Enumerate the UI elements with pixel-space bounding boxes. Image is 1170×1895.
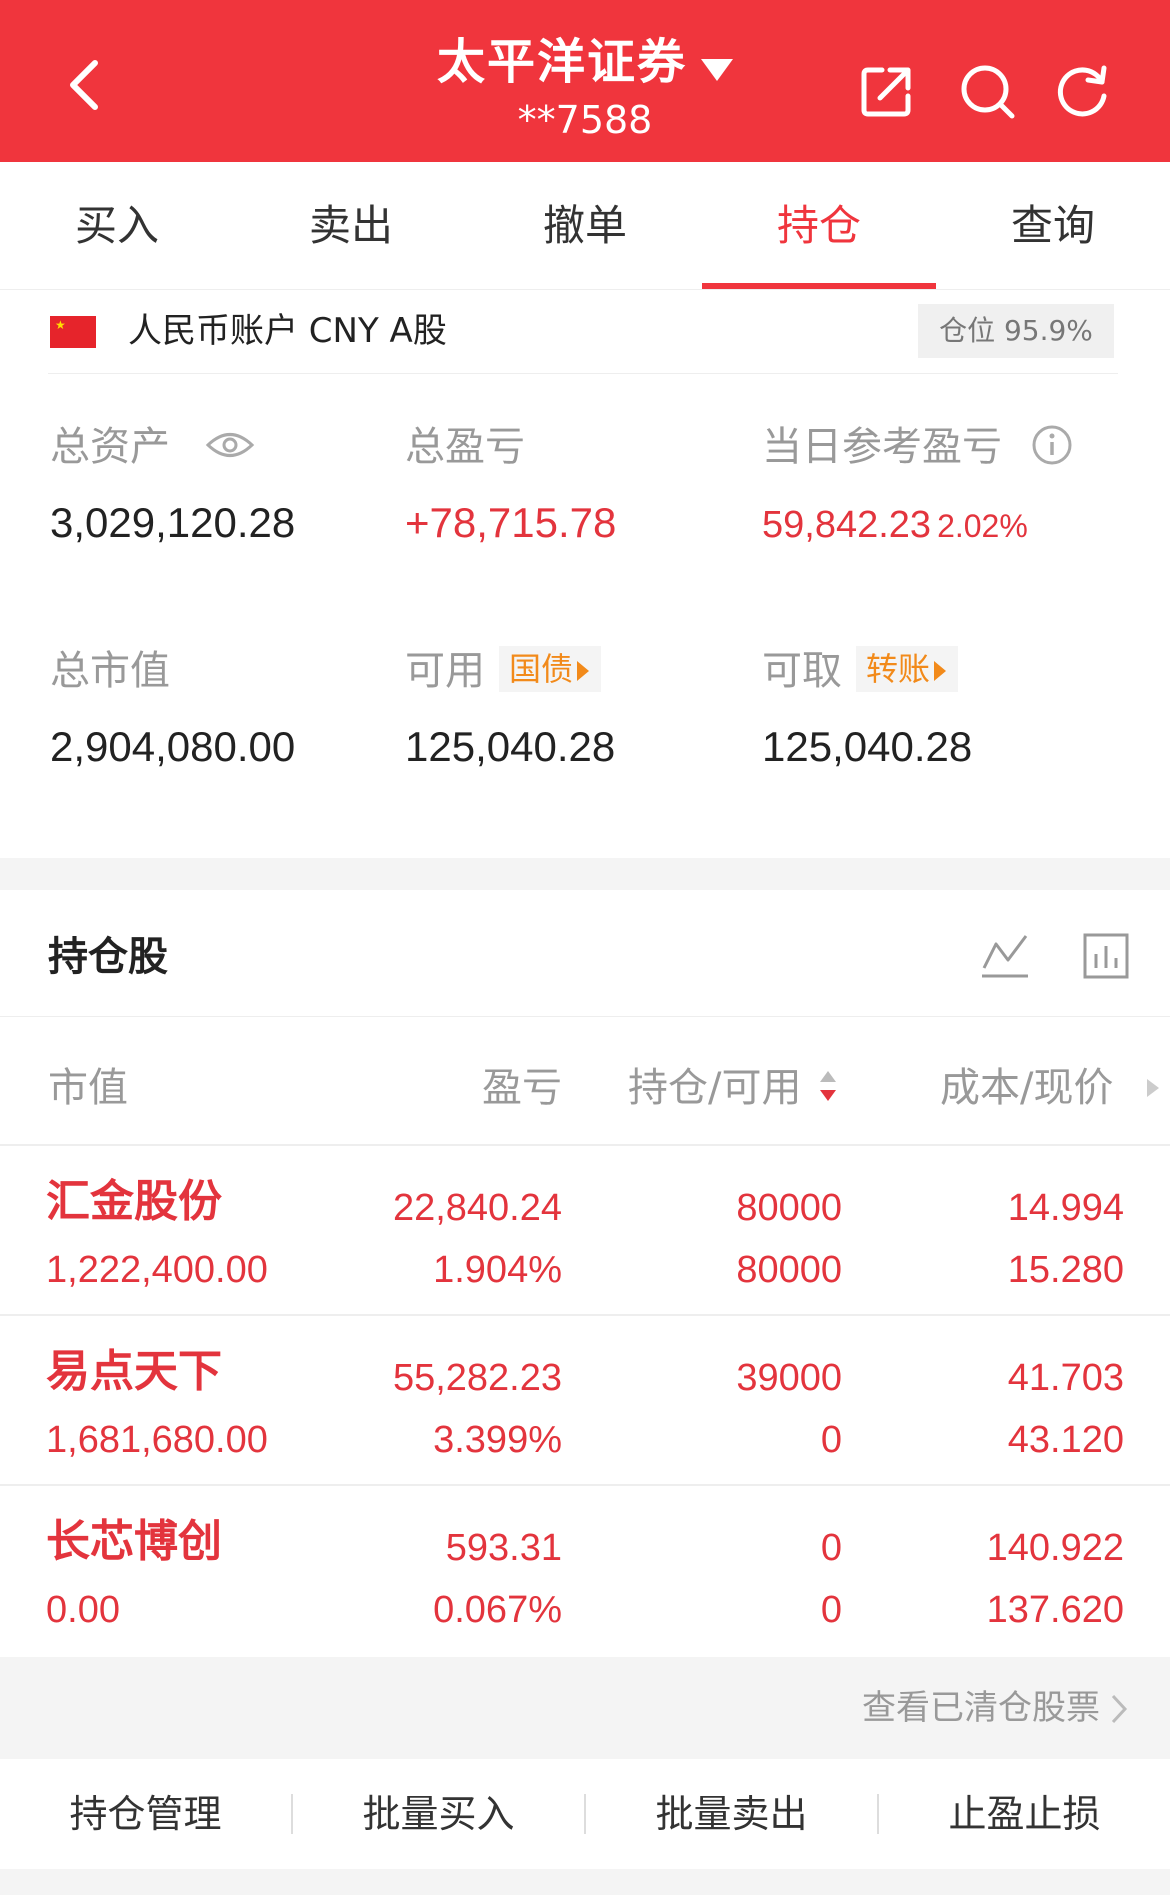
- stock-name[interactable]: 汇金股份: [46, 1178, 222, 1226]
- treasury-bond-label[interactable]: 国债: [509, 650, 573, 688]
- stock-pl-percent: 3.399%: [433, 1419, 562, 1461]
- bar-chart-icon[interactable]: [1082, 932, 1130, 980]
- batch-sell-button[interactable]: 批量卖出: [586, 1759, 877, 1869]
- withdrawable-funds: 可取 转账 125,040.28: [762, 644, 972, 774]
- china-flag-icon: ★: [50, 316, 96, 348]
- holdings-title: 持仓股: [48, 934, 168, 980]
- total-pl-value: +78,715.78: [405, 499, 617, 546]
- stock-name[interactable]: 长芯博创: [46, 1518, 222, 1566]
- account-row: ★ 人民币账户 CNY A股 仓位 95.9%: [48, 296, 1118, 374]
- stock-cost: 14.994: [1007, 1187, 1124, 1229]
- col-position[interactable]: 持仓/可用: [628, 1065, 801, 1111]
- stop-profit-loss-button[interactable]: 止盈止损: [879, 1759, 1170, 1869]
- available-label: 可用: [405, 648, 485, 694]
- table-row[interactable]: 长芯博创 0.00 593.31 0.067% 0 0 140.922 137.…: [0, 1486, 1170, 1656]
- refresh-icon[interactable]: [1054, 62, 1112, 120]
- available-value: 125,040.28: [405, 723, 616, 770]
- section-divider: [0, 858, 1170, 890]
- day-pl-percent: 2.02%: [937, 508, 1028, 544]
- stock-position: 0: [820, 1527, 842, 1569]
- stock-price: 137.620: [986, 1589, 1124, 1631]
- broker-name[interactable]: 太平洋证券: [437, 30, 687, 94]
- treasury-bond-link[interactable]: 国债: [499, 646, 602, 692]
- cleared-stocks-link[interactable]: 查看已清仓股票: [862, 1683, 1100, 1733]
- market-value-label: 总市值: [50, 648, 170, 694]
- col-position-sort[interactable]: 持仓/可用: [628, 1060, 838, 1116]
- bottom-action-bar: 持仓管理 批量买入 批量卖出 止盈止损: [0, 1759, 1170, 1869]
- table-row[interactable]: 汇金股份 1,222,400.00 22,840.24 1.904% 80000…: [0, 1146, 1170, 1316]
- caret-right-icon[interactable]: [1144, 1073, 1162, 1103]
- divider: [0, 1016, 1170, 1017]
- stock-market-value: 1,222,400.00: [46, 1249, 268, 1291]
- total-assets-label: 总资产: [50, 424, 170, 470]
- day-pl: 当日参考盈亏 59,842.23 2.02%: [762, 420, 1073, 553]
- chevron-right-icon[interactable]: [1108, 1691, 1130, 1727]
- stock-available: 0: [820, 1419, 842, 1461]
- account-type: 人民币账户 CNY A股: [128, 311, 447, 351]
- bottom-strip: [0, 1869, 1170, 1895]
- stock-pl: 593.31: [445, 1527, 562, 1569]
- stock-market-value: 0.00: [46, 1589, 120, 1631]
- eye-icon[interactable]: [205, 430, 255, 460]
- withdrawable-value: 125,040.28: [762, 723, 973, 770]
- stock-position: 80000: [736, 1187, 842, 1229]
- chevron-down-icon[interactable]: [701, 58, 733, 81]
- top-bar: 太平洋证券 **7588: [0, 0, 1170, 162]
- batch-buy-button[interactable]: 批量买入: [293, 1759, 584, 1869]
- stock-available: 0: [820, 1589, 842, 1631]
- col-market-value: 市值: [48, 1065, 128, 1111]
- stock-pl: 22,840.24: [392, 1187, 562, 1229]
- stock-available: 80000: [736, 1249, 842, 1291]
- stock-position: 39000: [736, 1357, 842, 1399]
- stock-pl: 55,282.23: [392, 1357, 562, 1399]
- tab-buy[interactable]: 买入: [0, 162, 234, 289]
- caret-right-icon: [577, 661, 590, 681]
- trade-tabs: 买入 卖出 撤单 持仓 查询: [0, 162, 1170, 290]
- stock-price: 15.280: [1007, 1249, 1124, 1291]
- tab-sell[interactable]: 卖出: [234, 162, 468, 289]
- total-assets: 总资产 3,029,120.28: [50, 420, 295, 550]
- manage-holdings-button[interactable]: 持仓管理: [0, 1759, 291, 1869]
- stock-name[interactable]: 易点天下: [46, 1348, 222, 1396]
- day-pl-label: 当日参考盈亏: [762, 424, 1002, 470]
- position-ratio-badge: 仓位 95.9%: [918, 304, 1118, 358]
- cleared-stocks-bar: 查看已清仓股票: [0, 1657, 1170, 1759]
- stock-cost: 140.922: [986, 1527, 1124, 1569]
- col-pl: 盈亏: [482, 1065, 562, 1111]
- stock-pl-percent: 1.904%: [433, 1249, 562, 1291]
- withdrawable-label: 可取: [762, 648, 842, 694]
- tab-cancel[interactable]: 撤单: [468, 162, 702, 289]
- total-pl-label: 总盈亏: [405, 424, 525, 470]
- tab-holdings[interactable]: 持仓: [702, 162, 936, 289]
- day-pl-value: 59,842.23: [762, 504, 932, 546]
- transfer-link[interactable]: 转账: [856, 646, 959, 692]
- tab-query[interactable]: 查询: [936, 162, 1170, 289]
- total-pl: 总盈亏 +78,715.78: [405, 420, 616, 550]
- col-cost-price: 成本/现价: [940, 1065, 1114, 1111]
- info-icon[interactable]: [1031, 424, 1073, 466]
- transfer-label[interactable]: 转账: [866, 650, 930, 688]
- stock-price: 43.120: [1007, 1419, 1124, 1461]
- total-assets-value: 3,029,120.28: [50, 499, 296, 546]
- stock-pl-percent: 0.067%: [433, 1589, 562, 1631]
- stock-market-value: 1,681,680.00: [46, 1419, 268, 1461]
- sort-icon[interactable]: [818, 1069, 838, 1103]
- search-icon[interactable]: [958, 62, 1016, 120]
- share-icon[interactable]: [858, 62, 916, 120]
- stock-cost: 41.703: [1007, 1357, 1124, 1399]
- market-value-value: 2,904,080.00: [50, 723, 296, 770]
- caret-right-icon: [934, 661, 947, 681]
- market-value: 总市值 2,904,080.00: [50, 644, 295, 774]
- line-chart-icon[interactable]: [980, 930, 1030, 980]
- available-funds: 可用 国债 125,040.28: [405, 644, 615, 774]
- table-row[interactable]: 易点天下 1,681,680.00 55,282.23 3.399% 39000…: [0, 1316, 1170, 1486]
